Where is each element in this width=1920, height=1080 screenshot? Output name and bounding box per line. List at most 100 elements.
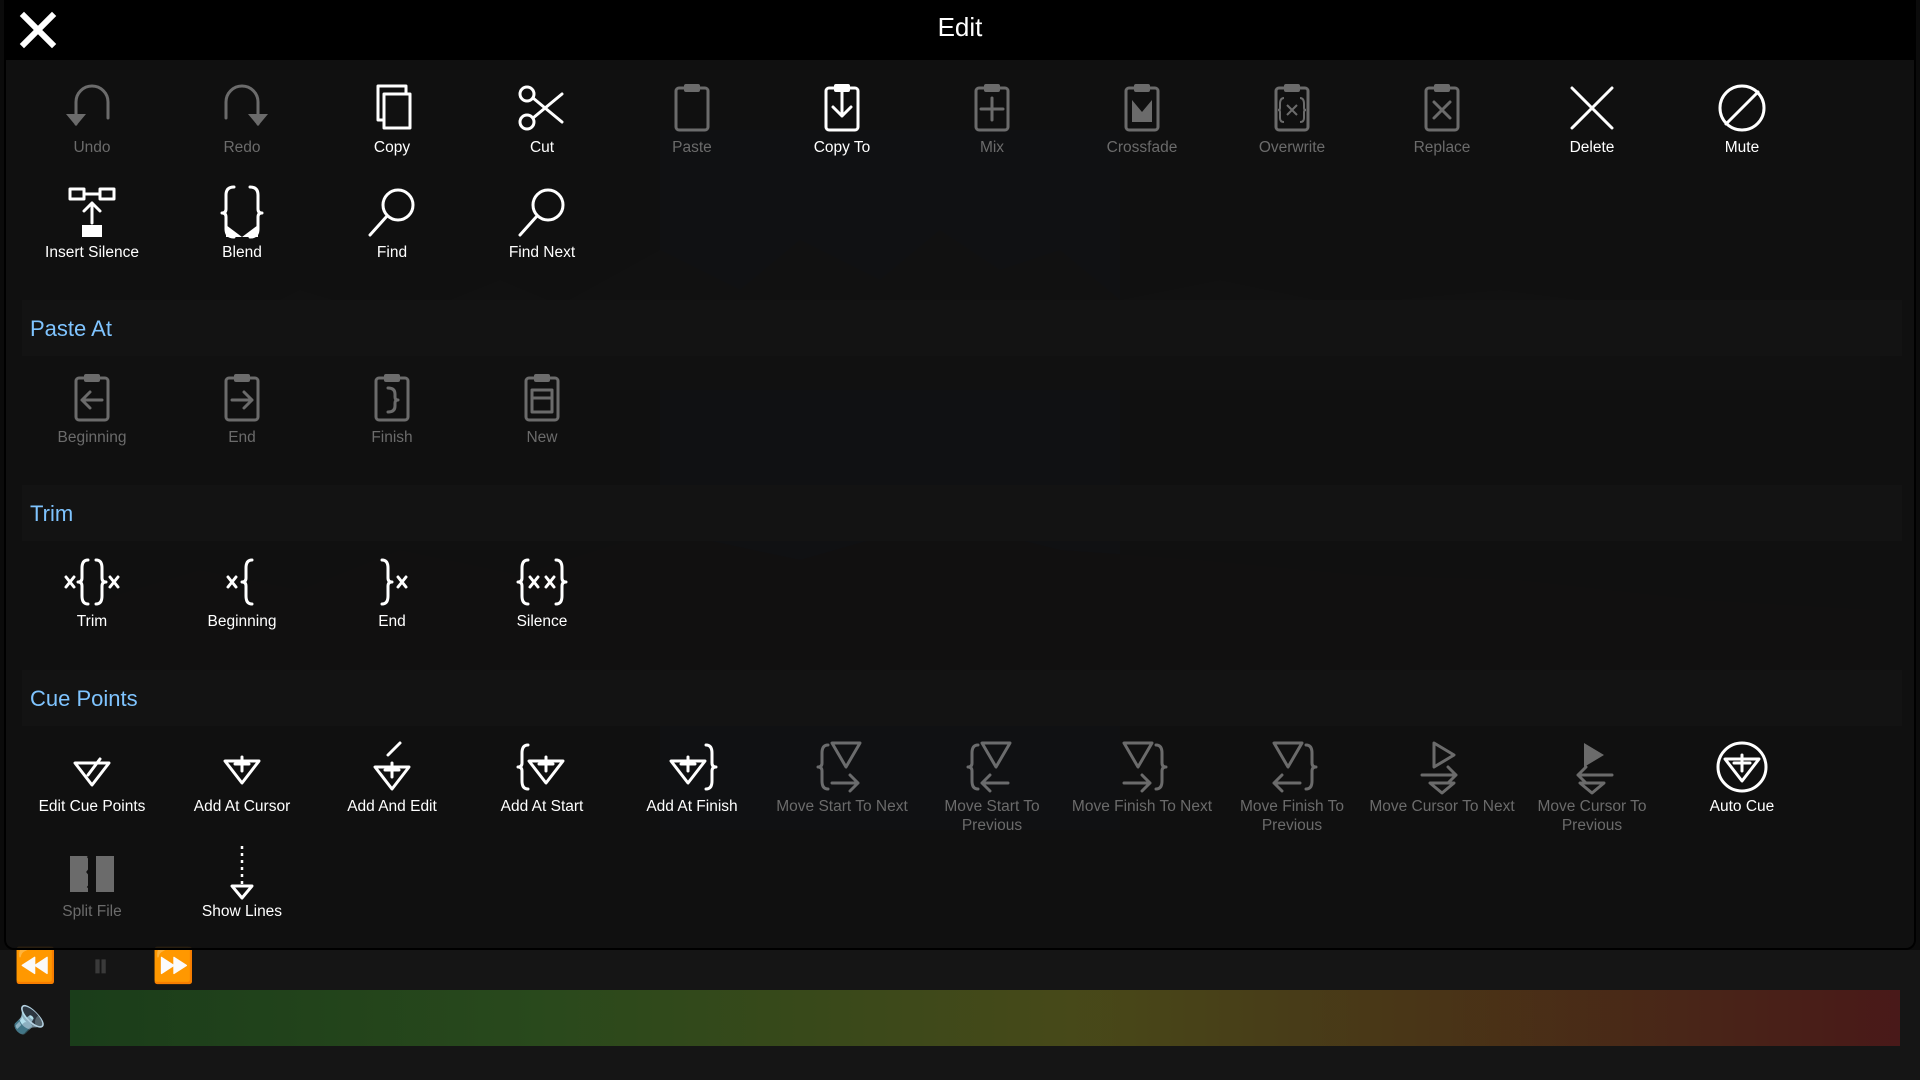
clipboard-icon: [662, 84, 722, 138]
tool-label: Beginning: [57, 429, 127, 446]
tool-label: Show Lines: [201, 903, 283, 920]
tool-label: Move Start To Previous: [944, 798, 1040, 834]
insert-silence-button[interactable]: Insert Silence: [19, 183, 165, 283]
beginning-button[interactable]: Beginning: [19, 368, 165, 468]
tool-label: Move Cursor To Next: [1369, 798, 1515, 815]
background-rewind-icon: ⏪: [14, 946, 57, 986]
clipboard-brace-x-icon: [1262, 84, 1322, 138]
trim-end-icon: [362, 552, 422, 612]
finish-button[interactable]: Finish: [319, 368, 465, 468]
tool-label: Mute: [1724, 139, 1760, 156]
clipboard-crossfade-icon: [1112, 84, 1172, 138]
tool-label: Add And Edit: [347, 798, 437, 815]
show-lines-icon: [212, 842, 272, 902]
replace-button[interactable]: Replace: [1369, 78, 1515, 178]
overwrite-button[interactable]: Overwrite: [1219, 78, 1365, 178]
cue-move-cursor-next-icon: [1412, 737, 1472, 797]
section-band-paste-at: [22, 300, 1902, 356]
tool-label: Blend: [222, 244, 262, 261]
section-band-trim: [22, 485, 1902, 541]
redo-icon: [212, 78, 268, 126]
background-level-meter: [70, 990, 1900, 1046]
tool-label: Beginning: [207, 613, 277, 630]
add-and-edit-button[interactable]: Add And Edit: [319, 737, 465, 837]
blend-brace-icon: [212, 183, 272, 243]
slashed-circle-icon: [1712, 78, 1772, 138]
end-button[interactable]: End: [319, 552, 465, 652]
section-band-cue-points: [22, 670, 1902, 726]
trim-button[interactable]: Trim: [19, 552, 165, 652]
background-volume-icon: 🔈: [12, 996, 55, 1036]
tool-label: Find Next: [508, 244, 576, 261]
find-button[interactable]: Find: [319, 183, 465, 283]
paste-button[interactable]: Paste: [619, 78, 765, 178]
section-title-paste-at: Paste At: [30, 316, 112, 341]
edit-cue-points-button[interactable]: Edit Cue Points: [19, 737, 165, 837]
copy-icon: [362, 78, 422, 138]
split-file-button[interactable]: Split File: [19, 842, 165, 942]
add-at-finish-button[interactable]: Add At Finish: [619, 737, 765, 837]
tool-label: Delete: [1569, 139, 1615, 156]
cue-add-icon: [212, 737, 272, 797]
tool-label: Finish: [371, 429, 413, 446]
clipboard-new-icon: [512, 374, 572, 428]
tool-label: Crossfade: [1106, 139, 1178, 156]
copy-button[interactable]: Copy: [319, 78, 465, 178]
tool-label: End: [378, 613, 406, 630]
tool-label: Paste: [672, 139, 712, 156]
copy-to-button[interactable]: Copy To: [769, 78, 915, 178]
tool-label: Overwrite: [1258, 139, 1326, 156]
move-cursor-to-previous-button[interactable]: Move Cursor To Previous: [1519, 737, 1665, 837]
tool-label: Undo: [73, 139, 111, 156]
section-title-cue-points: Cue Points: [30, 686, 138, 711]
tool-label: Move Start To Next: [776, 798, 908, 815]
clipboard-brace-icon: [362, 374, 422, 428]
undo-button[interactable]: Undo: [19, 78, 165, 178]
cue-add-edit-icon: [362, 737, 422, 797]
cut-button[interactable]: Cut: [469, 78, 615, 178]
tool-label: Insert Silence: [45, 244, 139, 261]
tool-label: New: [526, 429, 558, 446]
background-forward-icon: ⏩: [152, 946, 195, 986]
delete-button[interactable]: Delete: [1519, 78, 1665, 178]
tool-label: Add At Start: [500, 798, 584, 815]
cue-move-start-next-icon: [812, 737, 872, 797]
new-button[interactable]: New: [469, 368, 615, 468]
mix-button[interactable]: Mix: [919, 78, 1065, 178]
tool-label: Add At Finish: [646, 798, 738, 815]
clipboard-arrow-left-icon: [62, 374, 122, 428]
move-finish-to-next-button[interactable]: Move Finish To Next: [1069, 737, 1215, 837]
tool-label: Split File: [62, 903, 122, 920]
add-at-start-button[interactable]: Add At Start: [469, 737, 615, 837]
trim-beginning-icon: [212, 552, 272, 612]
add-at-cursor-button[interactable]: Add At Cursor: [169, 737, 315, 837]
split-file-icon: [70, 842, 114, 892]
clipboard-x-icon: [1412, 84, 1472, 138]
find-next-button[interactable]: Find Next: [469, 183, 615, 283]
crossfade-button[interactable]: Crossfade: [1069, 78, 1215, 178]
move-start-to-previous-button[interactable]: Move Start To Previous: [919, 737, 1065, 837]
end-button[interactable]: End: [169, 368, 315, 468]
beginning-button[interactable]: Beginning: [169, 552, 315, 652]
show-lines-button[interactable]: Show Lines: [169, 842, 315, 942]
cue-move-cursor-prev-icon: [1562, 743, 1622, 797]
move-finish-to-previous-button[interactable]: Move Finish To Previous: [1219, 737, 1365, 837]
tool-label: End: [228, 429, 256, 446]
silence-button[interactable]: Silence: [469, 552, 615, 652]
dialog-title: Edit: [937, 12, 983, 42]
move-start-to-next-button[interactable]: Move Start To Next: [769, 737, 915, 837]
trim-silence-icon: [512, 552, 572, 612]
tool-label: Copy To: [813, 139, 871, 156]
tool-label: Move Finish To Previous: [1240, 798, 1344, 834]
tool-label: Edit Cue Points: [38, 798, 146, 815]
blend-button[interactable]: Blend: [169, 183, 315, 283]
mute-button[interactable]: Mute: [1669, 78, 1815, 178]
tool-label: Auto Cue: [1709, 798, 1775, 815]
clipboard-plus-icon: [962, 84, 1022, 138]
tool-label: Mix: [979, 139, 1005, 156]
insert-silence-icon: [62, 183, 122, 237]
tool-label: Trim: [76, 613, 108, 630]
move-cursor-to-next-button[interactable]: Move Cursor To Next: [1369, 737, 1515, 837]
auto-cue-button[interactable]: Auto Cue: [1669, 737, 1815, 837]
redo-button[interactable]: Redo: [169, 78, 315, 178]
